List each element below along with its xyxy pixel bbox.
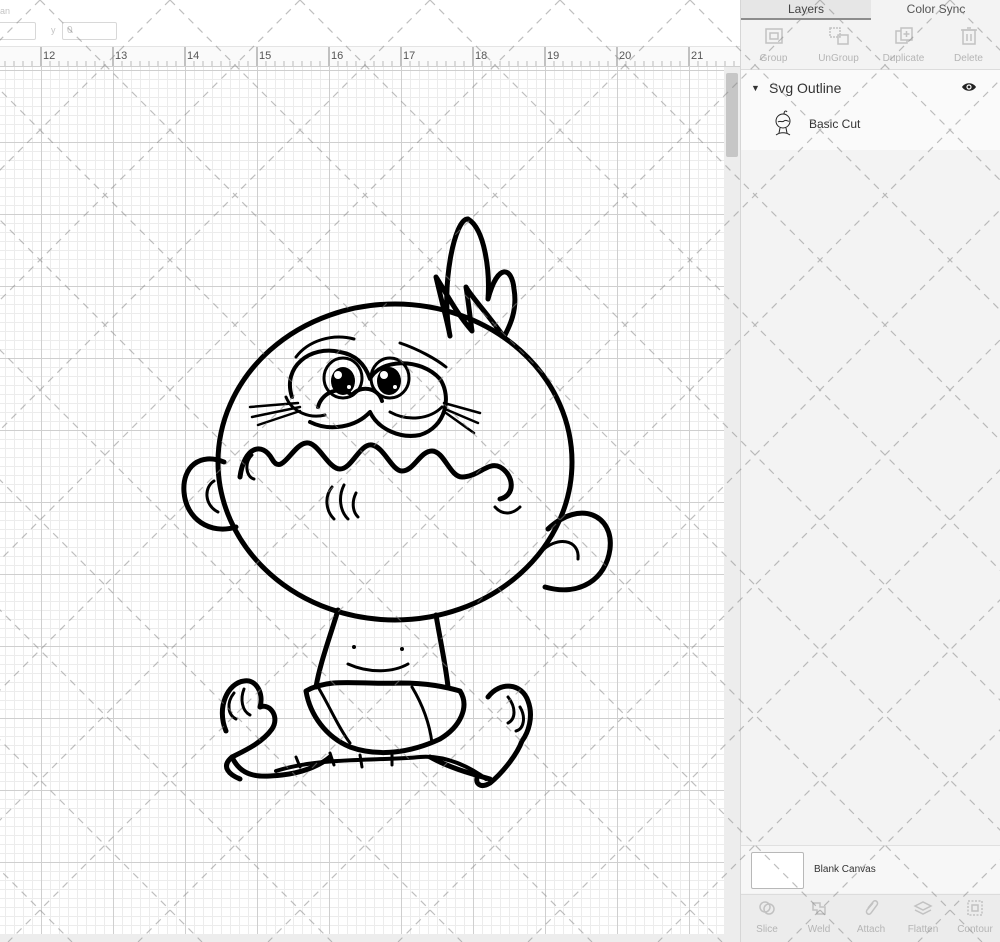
blank-canvas-row[interactable]: Blank Canvas — [741, 845, 1000, 893]
flatten-label: Flatten — [907, 924, 939, 935]
contour-label: Contour — [957, 924, 993, 935]
slice-button[interactable]: Slice — [741, 895, 793, 942]
design-canvas[interactable] — [0, 67, 740, 934]
ruler-number: 16 — [331, 50, 344, 62]
layer-group-row[interactable]: ▼ Svg Outline — [741, 76, 1000, 100]
ungroup-icon — [828, 27, 849, 45]
tab-layers[interactable]: Layers — [741, 0, 871, 20]
left-leg — [229, 754, 333, 779]
duplicate-button[interactable]: Duplicate — [871, 20, 936, 70]
blank-canvas-swatch[interactable] — [751, 852, 804, 889]
ruler-number: 12 — [43, 50, 56, 62]
scrollbar-thumb[interactable] — [726, 73, 738, 157]
flatten-icon — [913, 901, 933, 915]
collapse-caret-icon[interactable]: ▼ — [751, 83, 761, 93]
position-x-field[interactable] — [0, 22, 36, 40]
contour-button[interactable]: Contour — [949, 895, 1000, 942]
group-icon — [764, 28, 783, 44]
left-foot — [219, 678, 278, 782]
vertical-scrollbar[interactable] — [724, 67, 740, 934]
position-y-label: y — [51, 25, 56, 35]
ruler-number: 21 — [691, 50, 704, 62]
ungroup-button[interactable]: UnGroup — [806, 20, 871, 70]
top-toolbar: an y 0 — [0, 0, 740, 47]
attach-icon — [865, 900, 879, 915]
ruler-number: 13 — [115, 50, 128, 62]
bottom-toolbar: Slice Weld Attach Flatten Contour — [741, 894, 1000, 942]
slice-icon — [759, 901, 775, 915]
duplicate-icon — [894, 27, 913, 44]
cheek-line — [388, 405, 444, 420]
tab-color-sync[interactable]: Color Sync — [871, 0, 1000, 20]
baby-artwork[interactable] — [0, 67, 740, 934]
toes — [506, 695, 525, 733]
torso — [433, 612, 451, 690]
wavy-mouth — [237, 440, 514, 502]
layer-row[interactable]: Basic Cut — [741, 106, 1000, 142]
weld-button[interactable]: Weld — [793, 895, 845, 942]
diaper-fold — [410, 685, 434, 745]
delete-icon — [960, 27, 977, 45]
toes — [227, 687, 252, 721]
layer-toolbar: Group UnGroup Duplicate Delete — [741, 20, 1000, 70]
eye-icon[interactable] — [961, 81, 977, 93]
diaper — [303, 680, 467, 756]
torso — [313, 607, 341, 690]
blank-canvas-label: Blank Canvas — [814, 864, 876, 875]
group-button[interactable]: Group — [741, 20, 806, 70]
whiskers-right — [442, 401, 482, 435]
diaper-fold — [316, 685, 352, 745]
ungroup-label: UnGroup — [818, 53, 859, 64]
layer-group-name: Svg Outline — [769, 80, 842, 96]
toolbar-left-label: an — [0, 6, 11, 16]
weld-icon — [812, 902, 826, 915]
layers-list: ▼ Svg Outline Basic Cut — [741, 70, 1000, 150]
ruler-number: 17 — [403, 50, 416, 62]
delete-label: Delete — [954, 53, 983, 64]
mouth-corner — [245, 453, 256, 481]
slice-label: Slice — [756, 924, 778, 935]
attach-label: Attach — [856, 924, 886, 935]
horizontal-scrollbar[interactable] — [0, 934, 740, 942]
ruler-number: 14 — [187, 50, 200, 62]
baby-thumbnail-icon — [775, 110, 791, 136]
mouth-corner — [493, 505, 522, 515]
right-foot — [474, 683, 533, 788]
eye-socket — [288, 348, 448, 438]
ruler-number: 19 — [547, 50, 560, 62]
contour-icon — [967, 900, 983, 916]
flatten-button[interactable]: Flatten — [897, 895, 949, 942]
layers-panel: Layers Color Sync Group UnGroup Duplicat… — [740, 0, 1000, 942]
attach-button[interactable]: Attach — [845, 895, 897, 942]
ruler-number: 18 — [475, 50, 488, 62]
panel-tabs: Layers Color Sync — [741, 0, 1000, 20]
delete-button[interactable]: Delete — [936, 20, 1000, 70]
position-y-field[interactable]: 0 — [62, 22, 117, 40]
left-ear-inner — [205, 479, 220, 514]
ruler-number: 20 — [619, 50, 632, 62]
duplicate-label: Duplicate — [882, 53, 925, 64]
group-label: Group — [759, 53, 788, 64]
layer-name: Basic Cut — [809, 117, 861, 131]
belly — [346, 662, 410, 673]
horizontal-ruler: 12 13 14 15 16 17 18 19 20 21 — [0, 47, 740, 67]
ruler-number: 15 — [259, 50, 272, 62]
weld-label: Weld — [807, 924, 831, 935]
chin-pucker — [325, 483, 360, 521]
